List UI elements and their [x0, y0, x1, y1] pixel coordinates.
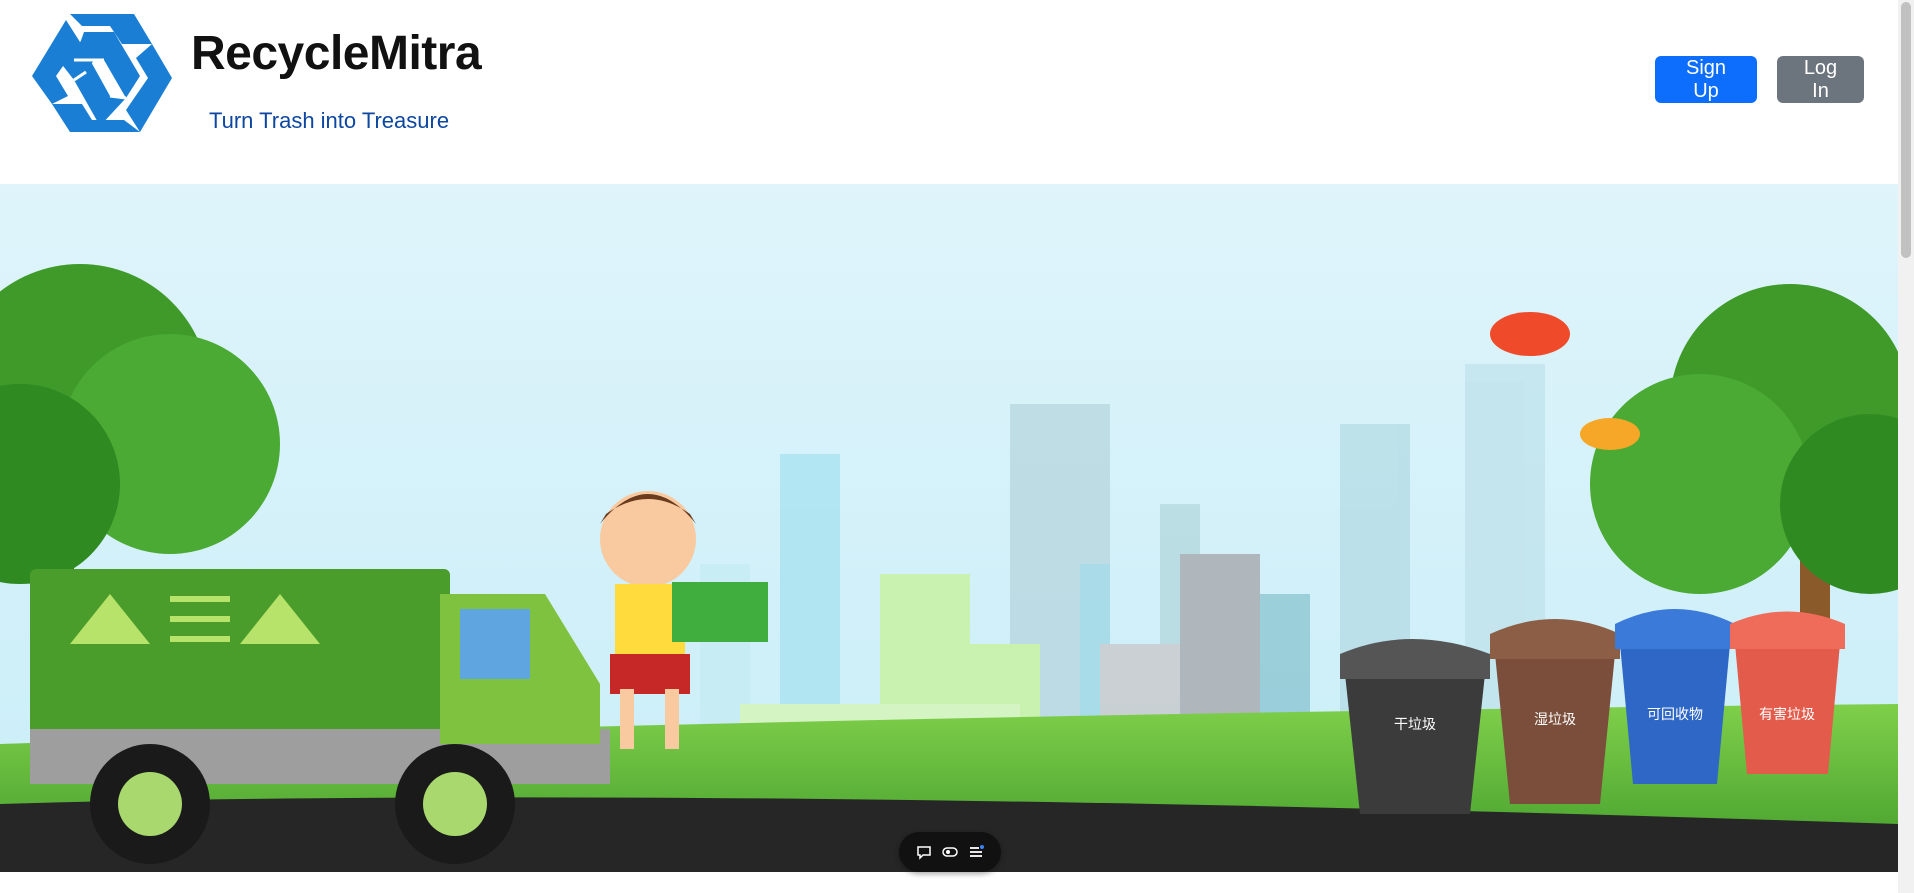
bin-label-hazardous: 有害垃圾 — [1759, 707, 1815, 723]
hero-illustration: 干垃圾 湿垃圾 可回收物 有害垃圾 — [0, 184, 1898, 872]
hero-banner: 干垃圾 湿垃圾 可回收物 有害垃圾 — [0, 184, 1898, 872]
toggle-icon[interactable] — [941, 843, 959, 861]
chat-icon[interactable] — [915, 843, 933, 861]
floating-toolbar — [899, 832, 1001, 872]
page: RecycleMitra Turn Trash into Treasure Si… — [0, 0, 1914, 893]
bin-label-wet: 湿垃圾 — [1534, 712, 1576, 728]
bin-label-recyclable: 可回收物 — [1647, 707, 1703, 723]
vertical-scrollbar[interactable] — [1898, 0, 1914, 893]
menu-icon[interactable] — [967, 843, 985, 861]
scrollbar-thumb[interactable] — [1901, 2, 1911, 258]
site-header: RecycleMitra Turn Trash into Treasure Si… — [0, 0, 1898, 184]
recyclemitra-logo-icon[interactable] — [30, 12, 174, 142]
bin-label-dry: 干垃圾 — [1394, 717, 1436, 733]
log-in-button[interactable]: Log In — [1777, 56, 1864, 103]
brand-tagline: Turn Trash into Treasure — [209, 108, 450, 133]
sign-up-button[interactable]: Sign Up — [1655, 56, 1757, 103]
brand-title: RecycleMitra — [191, 27, 482, 80]
